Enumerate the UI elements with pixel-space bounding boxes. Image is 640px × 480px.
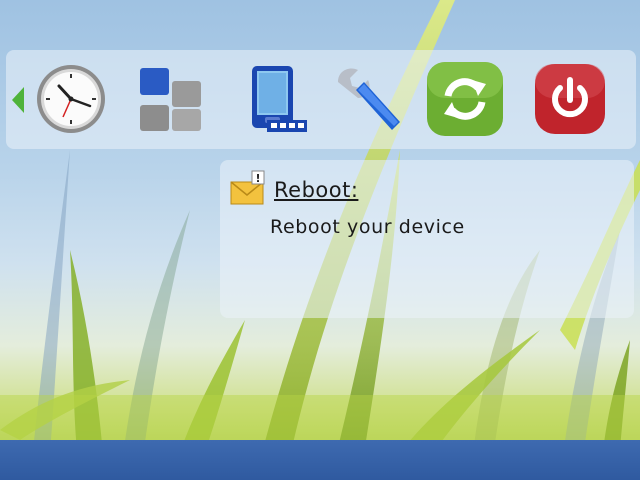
settings-button[interactable] <box>328 60 406 138</box>
reboot-button[interactable] <box>426 60 504 138</box>
toolbar <box>6 50 636 149</box>
refresh-icon <box>427 62 503 136</box>
clock-button[interactable] <box>32 60 110 138</box>
clock-icon <box>37 65 105 133</box>
power-icon <box>535 64 605 134</box>
power-button[interactable] <box>532 60 610 138</box>
info-title: Reboot: <box>274 178 359 202</box>
scroll-left-arrow-icon[interactable] <box>10 85 26 115</box>
info-description: Reboot your device <box>270 216 465 238</box>
wrench-icon <box>338 68 400 130</box>
info-panel: ! Reboot: Reboot your device <box>220 160 634 318</box>
phone-connect-icon <box>252 66 307 132</box>
bottom-bar <box>0 440 640 480</box>
apps-grid-icon <box>140 68 201 131</box>
apps-button[interactable] <box>130 60 208 138</box>
device-connect-button[interactable] <box>229 60 307 138</box>
svg-text:!: ! <box>255 172 260 185</box>
envelope-alert-icon: ! <box>230 170 265 205</box>
desktop-screen: ! Reboot: Reboot your device <box>0 0 640 480</box>
